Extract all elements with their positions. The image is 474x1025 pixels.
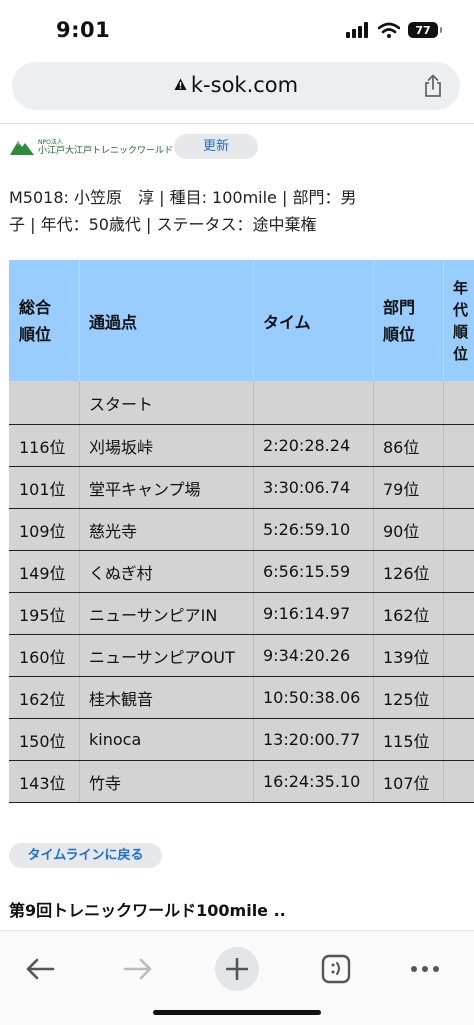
tabs-button[interactable] <box>318 949 354 989</box>
checkpoint-cell: くぬぎ村 <box>89 563 153 583</box>
checkpoint-cell: 慈光寺 <box>89 521 138 541</box>
age-rank-cell <box>453 635 474 676</box>
table-row: 162位 桂木観音 10:50:38.06 125位 <box>9 677 474 719</box>
time-cell: 6:56:15.59 <box>263 562 351 581</box>
time-cell: 2:20:28.24 <box>263 436 351 455</box>
age-rank-cell <box>453 677 474 718</box>
division-rank-cell: 139位 <box>383 647 430 667</box>
age-rank-cell <box>453 551 474 592</box>
division-rank-cell: 79位 <box>383 479 420 499</box>
overall-rank-cell: 143位 <box>19 773 66 793</box>
address-bar[interactable]: k-sok.com <box>12 62 460 110</box>
more-button[interactable] <box>405 949 445 989</box>
time-cell: 9:16:14.97 <box>263 604 351 623</box>
back-button[interactable] <box>20 949 60 989</box>
checkpoint-cell: スタート <box>89 394 154 414</box>
division-rank-cell: 90位 <box>383 521 420 541</box>
tabs-icon <box>321 954 351 984</box>
url-display[interactable]: k-sok.com <box>12 73 460 97</box>
age-rank-cell <box>453 593 474 634</box>
runner-info-line1: M5018: 小笠原 淳 | 種目: 100mile | 部門：男 <box>9 188 357 207</box>
time-cell: 10:50:38.06 <box>263 688 361 707</box>
overall-rank-cell: 101位 <box>19 479 66 499</box>
url-text: k-sok.com <box>190 73 299 97</box>
table-row: 101位 堂平キャンプ場 3:30:06.74 79位 <box>9 467 474 509</box>
time-cell: 5:26:59.10 <box>263 520 351 539</box>
status-time: 9:01 <box>56 18 111 42</box>
back-arrow-icon <box>26 958 55 980</box>
runner-info: M5018: 小笠原 淳 | 種目: 100mile | 部門：男 子 | 年代… <box>9 184 389 238</box>
runner-info-line2: 子 | 年代：50歳代 | ステータス：途中棄権 <box>9 215 317 234</box>
checkpoint-cell: 桂木観音 <box>89 689 154 709</box>
checkpoint-cell: ニューサンピアIN <box>89 605 218 625</box>
table-row: 149位 くぬぎ村 6:56:15.59 126位 <box>9 551 474 593</box>
logo-main-text: 小江戸大江戸トレニックワールド <box>38 146 174 156</box>
event-title[interactable]: 第9回トレニックワールド100mile .. <box>9 897 286 921</box>
checkpoint-cell: kinoca <box>89 730 142 749</box>
header-age-rank: 年代順位 <box>453 278 469 363</box>
checkpoint-cell: 竹寺 <box>89 773 122 793</box>
back-to-timeline-button[interactable]: タイムラインに戻る <box>9 843 162 868</box>
checkpoint-cell: 刈場坂峠 <box>89 437 154 457</box>
time-cell: 9:34:20.26 <box>263 646 351 665</box>
site-logo[interactable]: NPO法人 小江戸大江戸トレニックワールド <box>10 137 174 157</box>
division-rank-cell: 107位 <box>383 773 430 793</box>
battery-icon: 77 <box>408 22 442 38</box>
more-icon <box>411 966 439 972</box>
time-cell: 3:30:06.74 <box>263 478 351 497</box>
overall-rank-cell: 160位 <box>19 647 66 667</box>
plus-icon <box>226 958 248 980</box>
table-row-start: スタート <box>9 381 474 425</box>
page-divider <box>0 123 474 124</box>
overall-rank-cell: 109位 <box>19 521 66 541</box>
forward-button[interactable] <box>118 949 158 989</box>
overall-rank-cell: 116位 <box>19 437 66 457</box>
table-row: 195位 ニューサンピアIN 9:16:14.97 162位 <box>9 593 474 635</box>
wifi-icon <box>378 22 400 38</box>
status-bar: 9:01 77 <box>0 0 474 60</box>
header-checkpoint: 通過点 <box>89 312 138 332</box>
time-cell: 16:24:35.10 <box>263 772 361 791</box>
age-rank-cell <box>453 509 474 550</box>
header-division-rank: 部門 順位 <box>383 297 416 344</box>
table-row: 150位 kinoca 13:20:00.77 115位 <box>9 719 474 761</box>
division-rank-cell: 162位 <box>383 605 430 625</box>
division-rank-cell: 86位 <box>383 437 420 457</box>
overall-rank-cell: 150位 <box>19 731 66 751</box>
new-tab-button[interactable] <box>215 947 259 991</box>
header-time: タイム <box>263 312 311 332</box>
warning-icon <box>174 78 187 90</box>
update-button[interactable]: 更新 <box>174 134 258 159</box>
table-row: 109位 慈光寺 5:26:59.10 90位 <box>9 509 474 551</box>
checkpoint-cell: ニューサンピアOUT <box>89 647 235 667</box>
division-rank-cell: 115位 <box>383 731 430 751</box>
age-rank-cell <box>453 761 474 802</box>
checkpoint-cell: 堂平キャンプ場 <box>89 479 201 499</box>
forward-arrow-icon <box>123 958 152 980</box>
status-icons: 77 <box>346 22 442 38</box>
overall-rank-cell: 195位 <box>19 605 66 625</box>
age-rank-cell <box>453 719 474 760</box>
mountain-logo-icon <box>10 141 34 155</box>
table-body: 116位 刈場坂峠 2:20:28.24 86位 101位 堂平キャンプ場 3:30:06.… <box>9 425 474 803</box>
table-row: 160位 ニューサンピアOUT 9:34:20.26 139位 <box>9 635 474 677</box>
share-icon[interactable] <box>422 74 444 98</box>
age-rank-cell <box>453 467 474 508</box>
table-row: 143位 竹寺 16:24:35.10 107位 <box>9 761 474 803</box>
age-rank-cell <box>453 425 474 466</box>
time-cell: 13:20:00.77 <box>263 730 361 749</box>
division-rank-cell: 125位 <box>383 689 430 709</box>
results-table: 総合 順位 通過点 タイム 部門 順位 年代順位 スタート 116位 刈場坂峠 2:20… <box>9 260 474 803</box>
overall-rank-cell: 149位 <box>19 563 66 583</box>
table-row: 116位 刈場坂峠 2:20:28.24 86位 <box>9 425 474 467</box>
division-rank-cell: 126位 <box>383 563 430 583</box>
home-indicator <box>153 1010 321 1015</box>
overall-rank-cell: 162位 <box>19 689 66 709</box>
header-overall-rank: 総合 順位 <box>19 297 52 344</box>
table-header-row: 総合 順位 通過点 タイム 部門 順位 年代順位 <box>9 260 474 381</box>
signal-icon <box>346 22 368 38</box>
